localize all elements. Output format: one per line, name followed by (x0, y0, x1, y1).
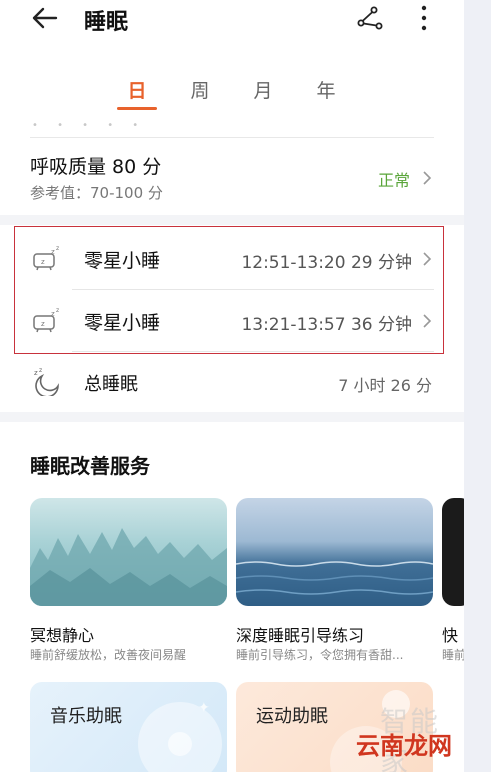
meditation-card-title: 冥想静心 (30, 626, 95, 645)
tab-week[interactable]: 周 (180, 76, 220, 103)
third-service-card-image[interactable] (442, 498, 464, 606)
breathing-quality-title: 呼吸质量 80 分 (30, 156, 162, 178)
breathing-status: 正常 (377, 171, 410, 190)
more-vertical-icon (421, 5, 427, 31)
music-sleep-label: 音乐助眠 (50, 706, 122, 727)
watermark-brand: 云南龙网 (356, 732, 452, 760)
period-tabs: 日 周 月 年 (0, 76, 464, 112)
exercise-sleep-label: 运动助眠 (256, 706, 328, 727)
back-arrow-icon (32, 7, 58, 29)
svg-text:✦: ✦ (198, 700, 210, 716)
music-sleep-card[interactable]: ✦ 音乐助眠 (30, 682, 227, 772)
fade-dots: • • • • • (32, 120, 147, 131)
breathing-reference: 参考值：70-100 分 (30, 184, 163, 202)
share-icon (357, 6, 383, 30)
scrolled-content-edge: • • • • • (30, 120, 434, 138)
tab-indicator (117, 107, 157, 110)
highlight-box (14, 226, 444, 354)
section-divider (0, 215, 464, 225)
third-service-card-desc: 睡前 (442, 648, 464, 662)
moon-sleep-icon: z z (34, 367, 59, 396)
share-button[interactable] (354, 2, 386, 34)
side-gutter (464, 0, 491, 772)
total-sleep-value: 7 小时 26 分 (338, 376, 432, 395)
svg-text:z: z (39, 367, 42, 374)
app-bar: 睡眠 (0, 0, 464, 40)
breathing-quality-row[interactable]: 呼吸质量 80 分 参考值：70-100 分 正常 (30, 150, 434, 210)
section-divider (0, 412, 464, 422)
services-title: 睡眠改善服务 (30, 454, 150, 478)
more-button[interactable] (414, 2, 434, 34)
meditation-card-desc: 睡前舒缓放松，改善夜间易醒 (30, 648, 187, 662)
tab-day[interactable]: 日 (117, 76, 157, 103)
deep-sleep-card-title: 深度睡眠引导练习 (236, 626, 365, 645)
back-button[interactable] (30, 4, 62, 32)
ocean-image (236, 561, 433, 595)
svg-text:z: z (34, 369, 38, 377)
total-sleep-label: 总睡眠 (84, 374, 138, 395)
tab-year[interactable]: 年 (306, 76, 346, 103)
third-service-card-title: 快 (442, 626, 459, 645)
meditation-card-image[interactable] (30, 498, 227, 606)
chevron-right-icon (423, 171, 432, 185)
page-title: 睡眠 (84, 10, 129, 35)
misty-forest-image (30, 528, 227, 606)
deep-sleep-card-image[interactable] (236, 498, 433, 606)
sleep-screen: 睡眠 日 周 月 年 • • • • • 呼吸质量 80 分 参考值：70-10… (0, 0, 464, 772)
deep-sleep-card-desc: 睡前引导练习，令您拥有香甜... (236, 648, 404, 662)
total-sleep-row: z z 总睡眠 7 小时 26 分 (30, 360, 434, 406)
tab-month[interactable]: 月 (243, 76, 283, 103)
